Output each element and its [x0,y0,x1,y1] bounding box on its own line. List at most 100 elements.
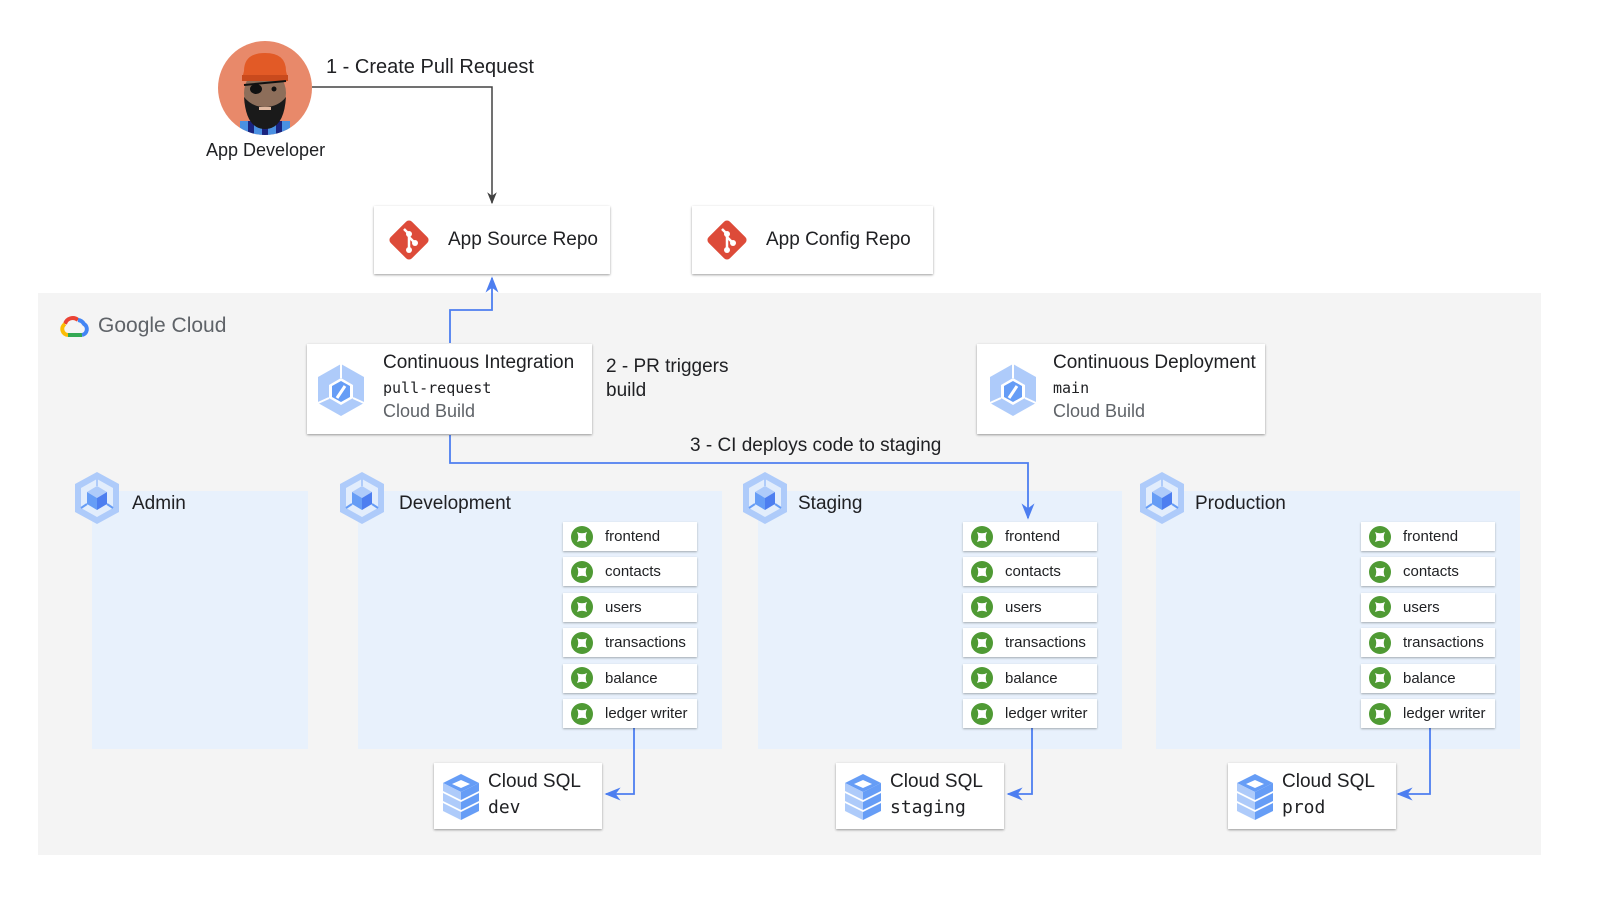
service-label: ledger writer [1005,705,1088,722]
cd-product: Cloud Build [1053,401,1146,421]
service-item-frontend[interactable]: frontend [563,522,697,551]
cloud-build-icon [989,364,1037,416]
cd-title: Continuous Deployment [1053,352,1256,373]
cloud-sql-dev-instance: dev [488,797,521,818]
service-label: transactions [1005,634,1086,652]
google-cloud-label: Google Cloud [98,314,227,337]
cloud-sql-icon [845,774,881,820]
step2-label-line1: 2 - PR triggers [606,356,729,377]
step2-label: 2 - PR triggers build [606,355,728,403]
service-label: transactions [1403,634,1484,652]
gke-icon [743,472,787,524]
service-item-transactions[interactable]: transactions [563,628,697,658]
service-icon [971,702,993,725]
service-label: frontend [1403,528,1459,545]
env-staging-title: Staging [798,493,863,514]
service-icon [1369,631,1391,654]
service-icon [571,631,593,654]
service-label: contacts [1403,563,1459,581]
cloud-sql-prod-instance: prod [1282,797,1326,818]
env-production-title: Production [1195,493,1286,514]
service-icon [971,560,993,583]
service-item-users[interactable]: users [563,592,697,622]
service-icon [571,560,593,583]
service-item-balance[interactable]: balance [963,663,1097,693]
cloud-sql-prod-card[interactable]: Cloud SQL prod [1228,763,1396,829]
cd-trigger: main [1053,379,1090,397]
cloud-sql-prod-product: Cloud SQL [1282,771,1375,792]
env-admin-title: Admin [132,493,186,514]
service-label: frontend [605,528,661,545]
service-icon [1369,667,1391,690]
service-label: users [605,598,642,616]
ci-product: Cloud Build [383,401,476,421]
service-item-contacts[interactable]: contacts [963,557,1097,587]
gke-icon [340,472,384,524]
step3-label: 3 - CI deploys code to staging [690,435,942,456]
step1-label: 1 - Create Pull Request [326,56,534,78]
cloud-sql-dev-product: Cloud SQL [488,771,581,792]
env-development-header: Development [337,470,511,531]
service-item-transactions[interactable]: transactions [963,628,1097,658]
service-label: ledger writer [1403,705,1486,722]
service-item-frontend[interactable]: frontend [1361,522,1495,551]
git-icon [389,220,429,260]
env-admin-header: Admin [72,470,186,531]
cloud-build-icon [317,364,365,416]
continuous-integration-card[interactable]: Continuous Integration pull-request Clou… [307,344,592,434]
service-item-contacts[interactable]: contacts [1361,557,1495,587]
service-label: users [1403,598,1440,616]
cloud-sql-staging-instance: staging [890,797,966,818]
service-item-users[interactable]: users [963,592,1097,622]
service-label: contacts [605,563,661,581]
service-label: users [1005,598,1042,616]
service-icon [971,631,993,654]
service-icon [1369,560,1391,583]
env-production-header: Production [1137,470,1286,531]
app-config-repo-label: App Config Repo [766,229,911,250]
google-cloud-icon [60,316,89,337]
env-staging-header: Staging [740,470,862,531]
cloud-sql-staging-product: Cloud SQL [890,771,983,792]
app-source-repo-card[interactable]: App Source Repo [374,206,610,274]
service-label: ledger writer [605,705,688,722]
service-icon [571,667,593,690]
continuous-deployment-card[interactable]: Continuous Deployment main Cloud Build [977,344,1265,434]
service-item-contacts[interactable]: contacts [563,557,697,587]
service-icon [971,525,993,548]
google-cloud-logo: Google Cloud [60,314,226,338]
developer-avatar [218,41,312,135]
app-source-repo-label: App Source Repo [448,229,598,250]
service-item-transactions[interactable]: transactions [1361,628,1495,658]
cloud-sql-staging-card[interactable]: Cloud SQL staging [836,763,1004,829]
gke-icon [1140,472,1184,524]
cloud-sql-icon [1237,774,1273,820]
ci-trigger: pull-request [383,379,492,397]
cloud-sql-dev-card[interactable]: Cloud SQL dev [434,763,602,829]
ci-title: Continuous Integration [383,352,575,373]
git-icon [707,220,747,260]
service-item-balance[interactable]: balance [1361,663,1495,693]
cloud-sql-icon [443,774,479,820]
service-item-users[interactable]: users [1361,592,1495,622]
step2-label-line2: build [606,380,647,401]
env-development-title: Development [399,493,511,514]
service-label: contacts [1005,563,1061,581]
connector-developer-to-source-repo [312,86,497,205]
service-label: balance [1403,669,1456,687]
service-icon [1369,702,1391,725]
service-icon [571,702,593,725]
service-item-ledger-writer[interactable]: ledger writer [563,699,697,728]
service-icon [571,525,593,548]
service-icon [1369,525,1391,548]
service-item-balance[interactable]: balance [563,663,697,693]
developer-avatar-icon [218,41,312,135]
service-item-ledger-writer[interactable]: ledger writer [1361,699,1495,728]
env-admin-area [92,491,308,749]
service-icon [971,596,993,619]
app-config-repo-card[interactable]: App Config Repo [692,206,933,274]
service-item-frontend[interactable]: frontend [963,522,1097,551]
service-icon [571,596,593,619]
service-item-ledger-writer[interactable]: ledger writer [963,699,1097,728]
service-icon [971,667,993,690]
